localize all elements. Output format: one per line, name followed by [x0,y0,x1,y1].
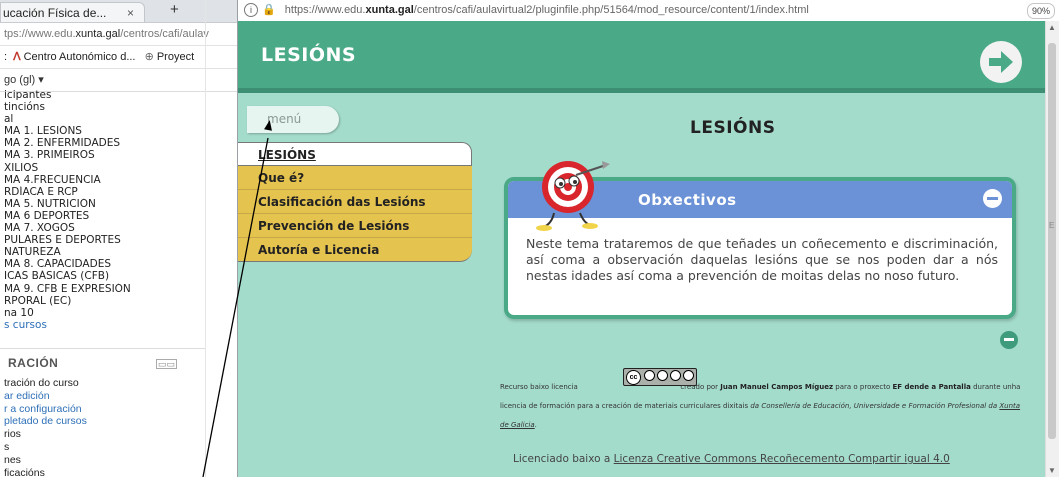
collapse-icon[interactable] [983,189,1002,208]
main-browser-window: i 🔒 https://www.edu.xunta.gal/centros/caf… [237,0,1059,477]
browser-tab[interactable]: ucación Física de... × [0,2,145,22]
scroll-down-icon[interactable]: ▼ [1048,466,1056,475]
info-icon[interactable]: i [244,3,258,18]
page-header: LESIÓNS [238,21,1046,88]
header-stripe [238,88,1046,93]
admin-item[interactable]: nes [4,454,205,467]
menu-item[interactable]: Autoría e Licencia [238,238,472,262]
bookmarks-bar: : ⴷ Centro Autonómico d... ⊕ Proyect [0,46,237,69]
nav-item[interactable]: MA 2. ENFERMIDADES [4,137,204,149]
tab-title: ucación Física de... [3,6,107,20]
administration-block: RACIÓN ▭▭ tración do curso ar edición r a … [0,348,205,477]
nav-item[interactable]: MA 7. XOGOS [4,222,204,234]
bookmark-favicon-icon: ⴷ [13,51,21,63]
address-bar[interactable]: i 🔒 https://www.edu.xunta.gal/centros/caf… [238,0,1059,22]
lock-icon: 🔒 [262,4,276,16]
admin-item[interactable]: tración do curso [4,377,205,390]
admin-item[interactable]: ar edición [4,390,205,403]
admin-item[interactable]: ficacións [4,467,205,477]
nav-item[interactable]: MA 6 DEPORTES [4,210,204,222]
new-tab-button[interactable]: + [170,1,179,18]
admin-item[interactable]: pletado de cursos [4,415,205,428]
scroll-thumb[interactable] [1048,43,1056,439]
nav-item[interactable]: s cursos [4,319,204,331]
objectives-text: Neste tema trataremos de que teñades un … [526,236,998,283]
nav-item[interactable]: MA 1. LESIÓNS [4,125,204,137]
admin-item[interactable]: s [4,441,205,454]
admin-item[interactable]: rios [4,428,205,441]
tab-bar: ucación Física de... × + [0,0,237,23]
page-title: LESIÓNS [690,118,776,138]
nav-item[interactable]: MA 3. PRIMEIROS [4,149,204,161]
scroll-up-icon[interactable]: ▲ [1048,23,1056,32]
nav-item[interactable]: ICAS BÁSICAS (CFB) [4,270,204,282]
divider [205,0,206,477]
collapse-icon[interactable] [1000,331,1018,349]
license-link[interactable]: Licenza Creative Commons Recoñecemento C… [614,453,950,465]
menu-item[interactable]: Prevención de Lesións [238,214,472,238]
vertical-scrollbar[interactable]: ▲ E ▼ [1045,21,1059,477]
nav-item[interactable]: tincións [4,101,204,113]
background-browser-window: ucación Física de... × + tps://www.edu.x… [0,0,237,477]
nav-item[interactable]: MA 8. CAPACIDADES [4,258,204,270]
side-menu: LESIÓNS Que é? Clasificación das Lesións Pr… [238,142,472,262]
header-title: LESIÓNS [261,44,357,66]
nav-item[interactable]: PULARES E DEPORTES [4,234,204,246]
arrow-right-icon [989,51,1013,73]
menu-button[interactable]: menú [247,106,339,133]
nav-item[interactable]: MA 9. CFB E EXPRESIÓN [4,283,204,295]
zoom-indicator[interactable]: 90% [1026,3,1055,19]
nav-item[interactable]: RDÍACA E RCP [4,186,204,198]
scroll-marker: E [1049,221,1055,230]
close-tab-icon[interactable]: × [127,3,134,23]
nav-item[interactable]: XILIOS [4,162,204,174]
menu-item[interactable]: Que é? [238,166,472,190]
license-note: Recurso baixo licencia creado por Juan M… [500,383,1021,429]
nav-item[interactable]: NATUREZA [4,246,204,258]
nav-item[interactable]: MA 4.FRECUENCIA [4,174,204,186]
nav-item[interactable]: RPORAL (EC) [4,295,204,307]
nav-item[interactable]: al [4,113,204,125]
target-mascot-icon [536,161,610,231]
bookmark-item[interactable]: Proyect [157,51,194,63]
license-line: Licenciado baixo a Licenza Creative Comm… [513,453,950,465]
globe-icon: ⊕ [144,51,154,63]
objectives-title: Obxectivos [638,191,737,209]
menu-item[interactable]: Clasificación das Lesións [238,190,472,214]
address-bar[interactable]: tps://www.edu.xunta.gal/centros/cafi/aul… [0,23,237,46]
block-controls-icon[interactable]: ▭▭ [155,359,177,369]
bookmark-item[interactable]: Centro Autonómico d... [24,51,136,63]
admin-item[interactable]: r a configuración [4,403,205,416]
lesson-page: LESIÓNS menú LESIÓNS Que é? Clasificación … [238,21,1046,477]
admin-list: tración do curso ar edición r a configurac… [0,377,205,477]
nav-item[interactable]: icipantes [4,89,204,101]
menu-item[interactable]: LESIÓNS [238,142,472,166]
nav-item[interactable]: na 10 [4,307,204,319]
course-navigation: icipantes tincións al MA 1. LESIÓNS MA 2. EN… [4,89,204,331]
nav-item[interactable]: MA 5. NUTRICIÓN [4,198,204,210]
url-text: https://www.edu.xunta.gal/centros/cafi/a… [284,4,809,16]
next-arrow-button[interactable] [980,41,1022,83]
